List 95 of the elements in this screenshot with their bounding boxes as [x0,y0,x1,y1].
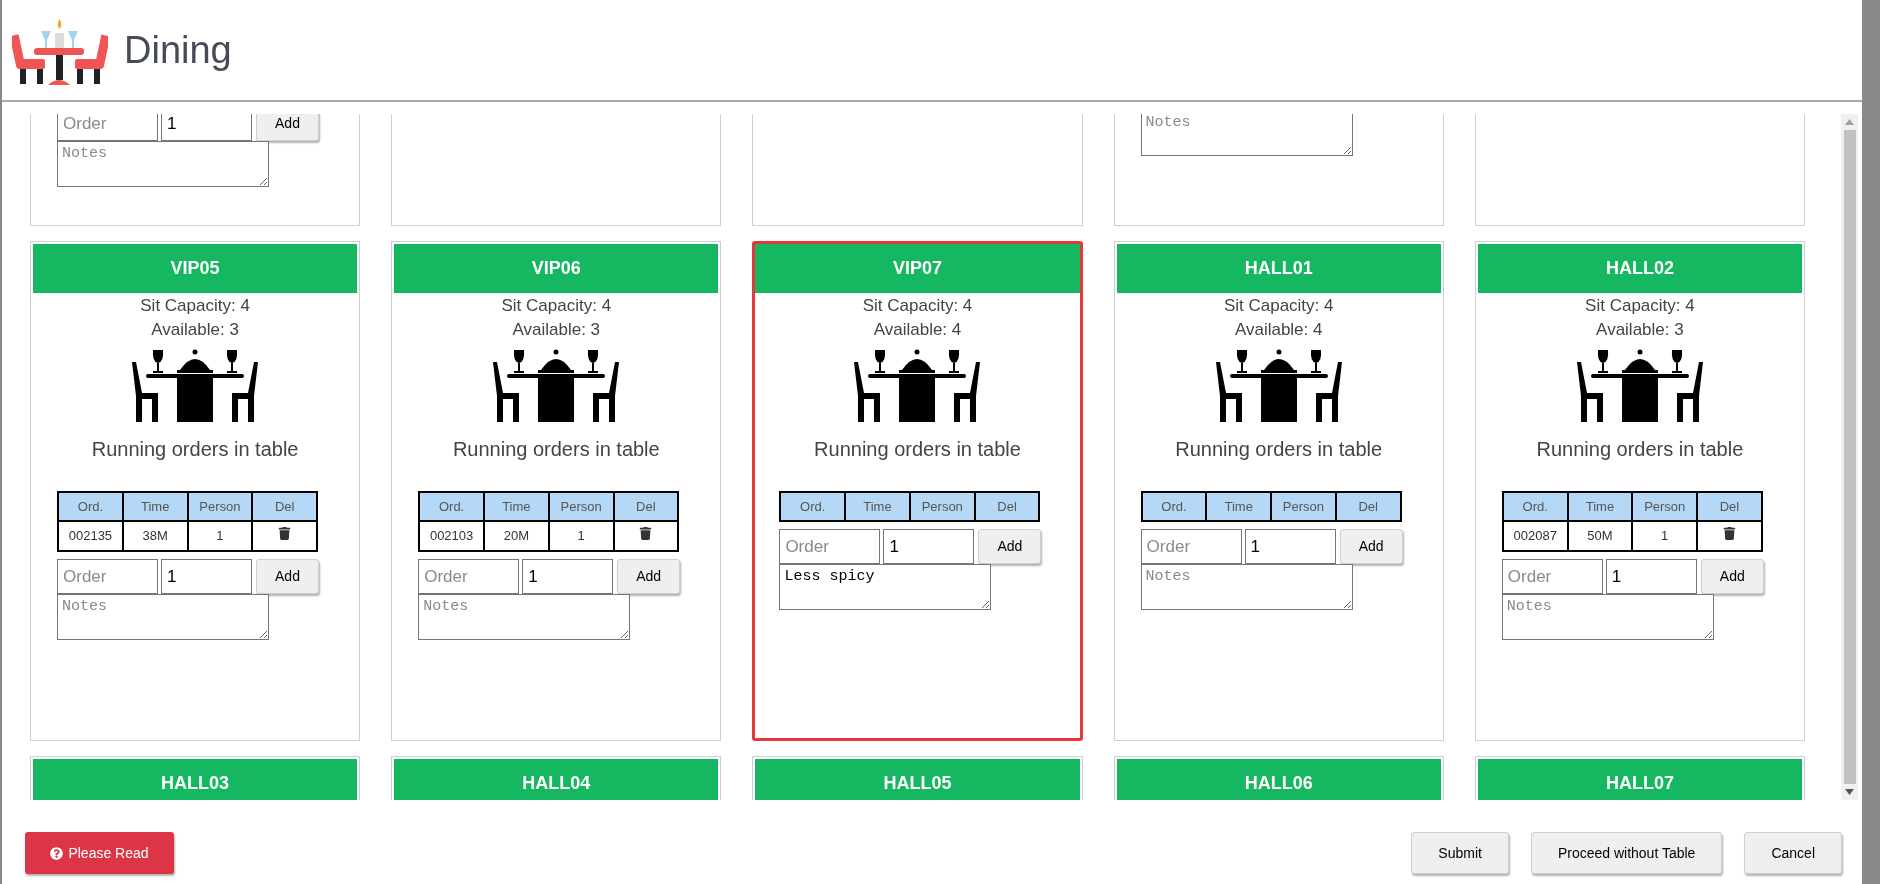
window-title: Dining [124,27,232,73]
quantity-field[interactable]: 1 [883,529,975,564]
add-button[interactable]: Add [1339,529,1403,564]
table-card[interactable]: VIP07 Sit Capacity: 4 Available: 4 Running orders in table Ord. Time Person Del Order 1 Add Less spicy [752,241,1083,741]
column-header: Del [974,492,1040,521]
table-name-header: VIP07 [755,244,1080,293]
capacity-text: Sit Capacity: 4 [1223,295,1334,317]
table-cell: 50M [1567,521,1633,551]
table-cell: 002103 [419,521,484,551]
footer-button[interactable]: Submit [1411,832,1509,874]
column-header: Ord. [1502,492,1568,521]
table-card[interactable]: HALL01 Sit Capacity: 4 Available: 4 Running orders in table Ord. Time Person Del Order 1 Add Notes [1113,241,1444,741]
capacity-text: Sit Capacity: 4 [140,295,250,317]
footer-button[interactable]: Proceed without Table [1530,832,1723,874]
column-header: Ord. [419,492,484,521]
order-field[interactable]: Order [1140,529,1242,564]
running-orders-heading: Running orders in table [1536,437,1744,462]
available-text: Available: 4 [1234,319,1323,341]
table-cell: 002087 [1502,521,1568,551]
table-cell: 002135 [58,521,123,551]
notes-field[interactable]: Notes [1140,564,1353,610]
quantity-field[interactable]: 1 [522,559,614,594]
notes-field[interactable]: Less spicy [779,564,992,610]
notes-field[interactable]: Notes [1140,114,1353,156]
add-button[interactable]: Add [617,559,681,594]
running-orders-heading: Running orders in table [814,437,1021,462]
quantity-field[interactable]: 1 [161,114,252,141]
notes-field[interactable]: Notes [1501,594,1714,640]
quantity-field[interactable]: 1 [1605,559,1697,594]
table-cell: 38M [122,521,188,551]
order-field[interactable]: Order [1501,559,1603,594]
column-header: Time [845,492,910,521]
table-name-header: HALL05 [755,759,1080,800]
scroll-down-icon[interactable] [1845,789,1854,795]
available-text: Available: 4 [873,319,962,341]
column-header: Person [187,492,253,521]
column-header: Time [122,492,188,521]
capacity-text: Sit Capacity: 4 [1585,295,1695,317]
table-name-header: VIP05 [33,244,358,293]
available-text: Available: 3 [512,319,601,341]
scrollbar[interactable] [1841,114,1858,800]
column-header: Person [1632,492,1698,521]
column-header: Ord. [1141,492,1207,521]
order-field[interactable]: Order [57,559,158,594]
column-header: Person [1271,492,1336,521]
column-header: Ord. [780,492,846,521]
table-card[interactable]: VIP06 Sit Capacity: 4 Available: 3 Running orders in table Ord. Time Person Del 002103 20M 1 Order 1 Add Notes [391,241,722,741]
trash-icon[interactable] [1722,527,1736,541]
help-icon [50,846,64,860]
available-text: Available: 3 [151,319,239,341]
column-header: Del [1335,492,1401,521]
column-header: Del [613,492,679,521]
table-name-header: VIP06 [394,244,719,293]
table-name-header: HALL02 [1477,244,1802,293]
order-field[interactable]: Order [57,114,158,141]
table-name-header: HALL03 [33,759,358,800]
capacity-text: Sit Capacity: 4 [501,295,612,317]
add-button[interactable]: Add [1700,559,1764,594]
notes-field[interactable]: Notes [57,594,269,640]
available-text: Available: 3 [1596,319,1684,341]
trash-icon[interactable] [278,527,292,541]
column-header: Del [252,492,317,521]
column-header: Person [909,492,975,521]
running-orders-heading: Running orders in table [452,437,660,462]
column-header: Del [1697,492,1762,521]
table-card[interactable]: VIP05 Sit Capacity: 4 Available: 3 Running orders in table Ord. Time Person Del 002135 38M 1 Order 1 Add Notes [30,241,361,741]
table-cell: 20M [484,521,549,551]
add-button[interactable]: Add [256,559,319,594]
table-name-header: HALL06 [1116,759,1441,800]
column-header: Time [1206,492,1272,521]
table-name-header: HALL04 [394,759,719,800]
quantity-field[interactable]: 1 [161,559,252,594]
column-header: Person [548,492,614,521]
running-orders-heading: Running orders in table [91,437,299,462]
add-button[interactable]: Add [256,114,319,141]
capacity-text: Sit Capacity: 4 [862,295,973,317]
column-header: Ord. [58,492,123,521]
please-read-button[interactable]: Please Read [25,832,174,874]
table-cell: 1 [548,521,614,551]
running-orders-heading: Running orders in table [1175,437,1383,462]
table-cell: 1 [1632,521,1698,551]
notes-field[interactable]: Notes [57,141,269,187]
trash-icon[interactable] [639,527,653,541]
table-card[interactable]: HALL02 Sit Capacity: 4 Available: 3 Running orders in table Ord. Time Person Del 002087 50M 1 Order 1 Add Notes [1474,241,1805,741]
table-name-header: HALL01 [1116,244,1441,293]
column-header: Time [1567,492,1633,521]
add-button[interactable]: Add [978,529,1042,564]
order-field[interactable]: Order [418,559,520,594]
order-field[interactable]: Order [779,529,881,564]
table-name-header: HALL07 [1477,759,1802,800]
footer-button[interactable]: Cancel [1744,832,1842,874]
quantity-field[interactable]: 1 [1244,529,1336,564]
column-header: Time [484,492,549,521]
table-cell: 1 [187,521,253,551]
notes-field[interactable]: Notes [418,594,631,640]
